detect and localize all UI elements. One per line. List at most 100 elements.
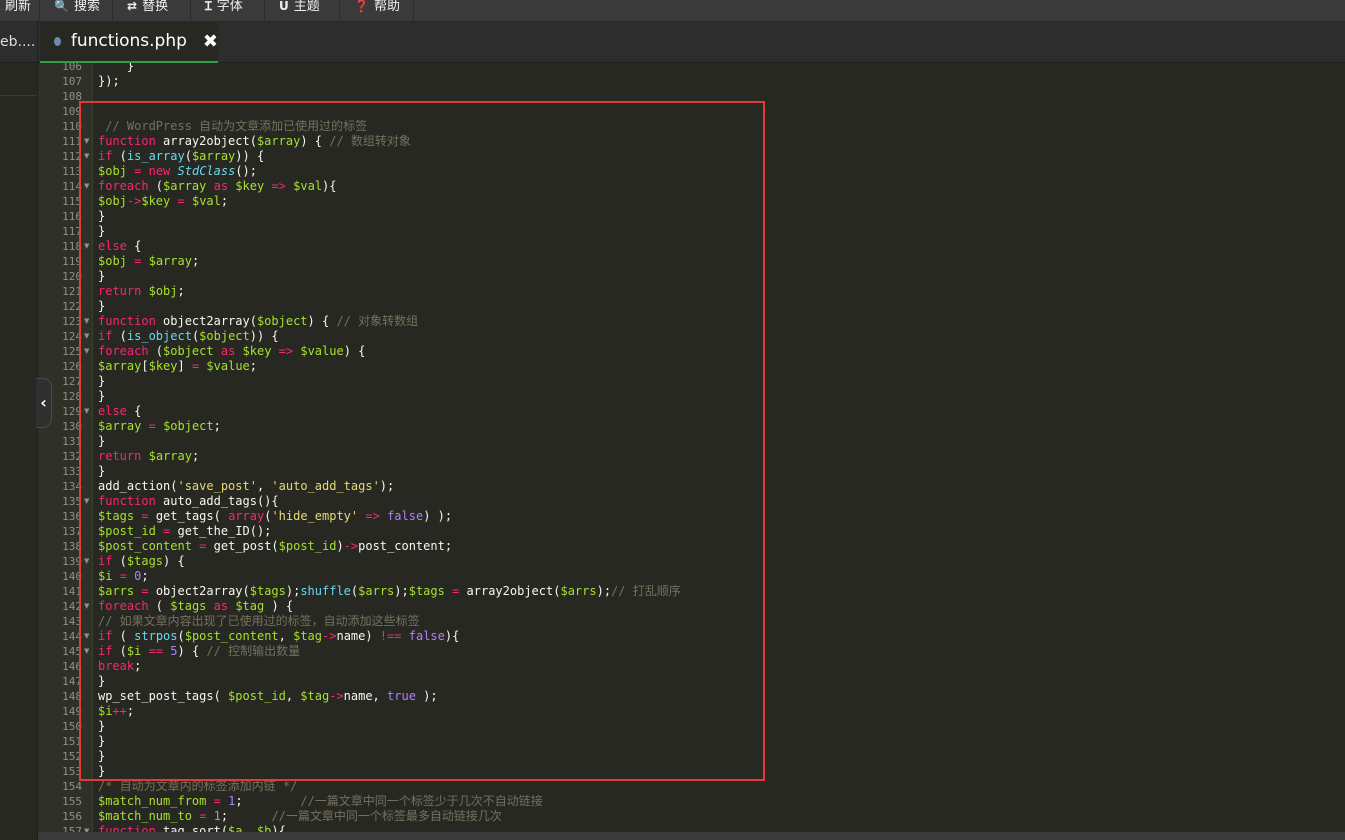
code-token: = (177, 194, 185, 208)
fold-arrow-icon[interactable]: ▼ (84, 344, 92, 359)
code-line[interactable]: } (98, 299, 105, 314)
code-line[interactable]: function object2array($object) { // 对象转数… (98, 314, 418, 329)
code-line[interactable]: break; (98, 659, 141, 674)
code-token: ( (112, 629, 135, 643)
code-token: $array (148, 254, 192, 268)
tab-functions-php[interactable]: functions.php ✖ (40, 22, 218, 63)
code-token: ); (394, 584, 409, 598)
code-line[interactable]: foreach ( $tags as $tag ) { (98, 599, 293, 614)
refresh-button[interactable]: 刷新 (0, 0, 40, 22)
code-line[interactable]: } (98, 209, 105, 224)
code-line[interactable]: else { (98, 404, 141, 419)
code-token: -> (343, 539, 359, 553)
code-token: $key (242, 344, 272, 358)
code-line[interactable]: foreach ($array as $key => $val){ (98, 179, 337, 194)
code-line[interactable]: $tags = get_tags( array('hide_empty' => … (98, 509, 452, 524)
code-line[interactable]: } (98, 63, 134, 74)
code-line[interactable]: $obj = new StdClass(); (98, 164, 257, 179)
code-token: $tag (293, 629, 323, 643)
line-number: 110 (62, 120, 82, 133)
code-line[interactable]: $post_content = get_post($post_id)->post… (98, 539, 452, 554)
code-line[interactable]: } (98, 719, 105, 734)
fold-arrow-icon[interactable]: ▼ (84, 239, 92, 254)
code-line[interactable]: if (is_array($array)) { (98, 149, 264, 164)
search-button[interactable]: 🔍 搜索 (40, 0, 113, 22)
code-line[interactable]: $obj = $array; (98, 254, 199, 269)
help-button[interactable]: ❓ 帮助 (340, 0, 414, 22)
line-number: 138 (62, 540, 82, 553)
code-line[interactable]: } (98, 434, 105, 449)
code-line[interactable]: } (98, 674, 105, 689)
code-line[interactable]: $match_num_to = 1; //一篇文章中同一个标签最多自动链接几次 (98, 809, 502, 824)
code-line[interactable]: $array = $object; (98, 419, 221, 434)
line-number: 149 (62, 705, 82, 718)
code-token: if (98, 554, 113, 568)
code-line[interactable]: $post_id = get_the_ID(); (98, 524, 271, 539)
code-line[interactable]: $match_num_from = 1; //一篇文章中同一个标签少于几次不自动… (98, 794, 543, 809)
code-line[interactable]: } (98, 224, 105, 239)
code-line[interactable]: if ($tags) { (98, 554, 185, 569)
fold-arrow-icon[interactable]: ▼ (84, 629, 92, 644)
code-line[interactable]: foreach ($object as $key => $value) { (98, 344, 365, 359)
font-button[interactable]: Ɪ 字体 (191, 0, 265, 22)
code-token: //一篇文章中同一个标签最多自动链接几次 (271, 809, 502, 823)
fold-arrow-icon[interactable]: ▼ (84, 314, 92, 329)
code-line[interactable]: /* 自动为文章内的标签添加内链 */ (98, 779, 297, 794)
fold-arrow-icon[interactable]: ▼ (84, 554, 92, 569)
code-line[interactable]: }); (98, 74, 120, 89)
code-line[interactable]: } (98, 374, 105, 389)
code-token: ( (112, 149, 127, 163)
fold-arrow-icon[interactable]: ▼ (84, 404, 92, 419)
code-line[interactable]: function auto_add_tags(){ (98, 494, 279, 509)
code-token: $array (256, 134, 301, 148)
tab-previous-file[interactable]: eb.... (0, 22, 38, 63)
code-editor[interactable]: 106 107 108 109 110 111 ▼ 112 ▼ 113 114 ▼ 115 116 117 1… (38, 63, 1345, 833)
theme-button[interactable]: U 主题 (265, 0, 340, 22)
code-line[interactable]: } (98, 749, 105, 764)
code-line[interactable]: add_action('save_post', 'auto_add_tags')… (98, 479, 394, 494)
code-line[interactable]: } (98, 764, 105, 779)
code-line[interactable]: if (is_object($object)) { (98, 329, 279, 344)
fold-arrow-icon[interactable]: ▼ (84, 644, 92, 659)
code-line[interactable]: } (98, 269, 105, 284)
code-line[interactable]: $arrs = object2array($tags);shuffle($arr… (98, 584, 681, 599)
fold-arrow-icon[interactable]: ▼ (84, 494, 92, 509)
fold-arrow-icon[interactable]: ▼ (84, 179, 92, 194)
code-line[interactable]: else { (98, 239, 141, 254)
code-line[interactable]: // WordPress 自动为文章添加已使用过的标签 (98, 119, 367, 134)
code-token: if (98, 149, 113, 163)
fold-arrow-icon[interactable]: ▼ (84, 329, 92, 344)
code-line[interactable]: function array2object($array) { // 数组转对象 (98, 134, 411, 149)
fold-arrow-icon[interactable]: ▼ (84, 149, 92, 164)
code-line[interactable]: wp_set_post_tags( $post_id, $tag->name, … (98, 689, 438, 704)
code-token: $key (148, 359, 178, 373)
close-icon[interactable]: ✖ (203, 21, 218, 62)
code-token: $array (98, 419, 142, 433)
code-line[interactable]: if ($i == 5) { // 控制输出数量 (98, 644, 300, 659)
code-line[interactable]: return $array; (98, 449, 199, 464)
code-line[interactable]: $obj->$key = $val; (98, 194, 228, 209)
horizontal-scrollbar[interactable] (38, 832, 1345, 840)
code-line[interactable]: } (98, 734, 105, 749)
code-line[interactable]: } (98, 464, 105, 479)
fold-arrow-icon[interactable]: ▼ (84, 599, 92, 614)
code-line[interactable]: $array[$key] = $value; (98, 359, 257, 374)
code-line[interactable]: return $obj; (98, 284, 185, 299)
collapse-sidebar-button[interactable]: ‹ (36, 378, 52, 428)
code-token: true (387, 689, 416, 703)
code-line[interactable]: } (98, 389, 105, 404)
line-number: 107 (62, 75, 82, 88)
code-line[interactable]: if ( strpos($post_content, $tag->name) !… (98, 629, 459, 644)
code-token: } (98, 374, 106, 388)
code-line[interactable]: $i++; (98, 704, 134, 719)
fold-arrow-icon[interactable]: ▼ (84, 134, 92, 149)
code-area[interactable]: }}); // WordPress 自动为文章添加已使用过的标签 function… (98, 63, 1338, 833)
code-line[interactable]: // 如果文章内容出现了已使用过的标签，自动添加这些标签 (98, 614, 420, 629)
code-line[interactable]: $i = 0; (98, 569, 149, 584)
code-token: => (365, 509, 380, 523)
replace-button[interactable]: ⇄ 替换 (113, 0, 191, 22)
